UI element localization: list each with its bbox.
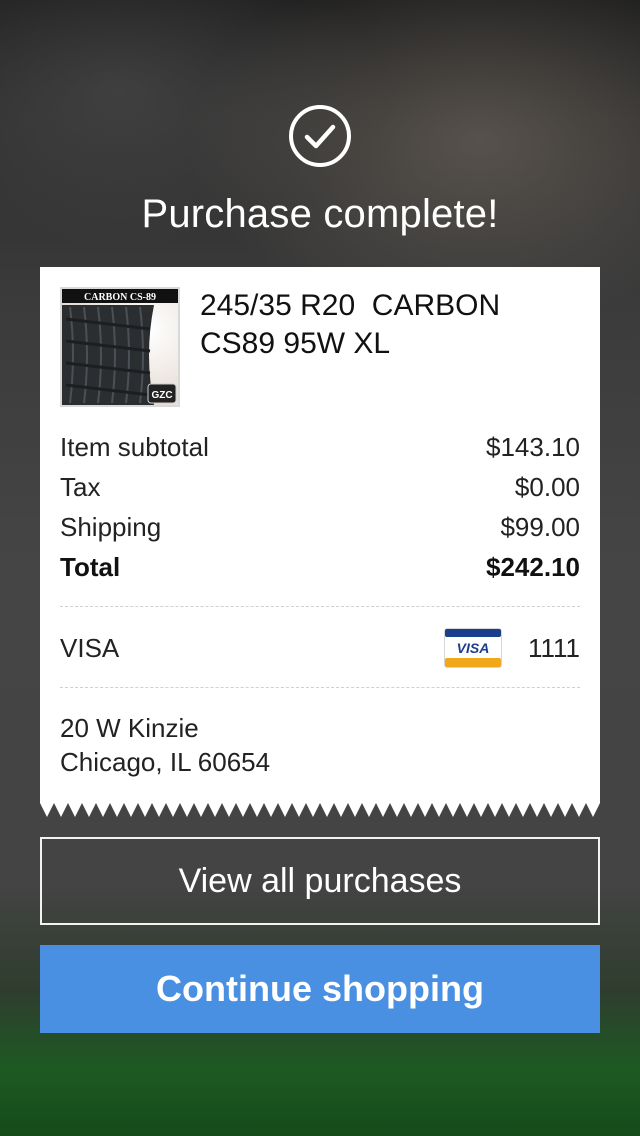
subtotal-value: $143.10 bbox=[486, 432, 580, 462]
check-circle-icon bbox=[289, 105, 351, 167]
subtotal-row: Item subtotal $143.10 bbox=[60, 427, 580, 467]
receipt-card: CARBON CS-89 GZC 245/35 R20 CARBON CS89 … bbox=[40, 267, 600, 817]
card-last4: 1111 bbox=[527, 633, 580, 663]
visa-card-icon: VISA bbox=[444, 628, 502, 668]
visa-logo-text: VISA bbox=[457, 640, 490, 656]
total-row: Total $242.10 bbox=[60, 547, 580, 587]
shipping-address: 20 W Kinzie Chicago, IL 60654 bbox=[60, 711, 270, 779]
product-image-label: CARBON CS-89 bbox=[84, 292, 156, 303]
address-line-1: 20 W Kinzie bbox=[60, 713, 199, 743]
divider bbox=[60, 687, 580, 688]
tax-value: $0.00 bbox=[514, 472, 580, 502]
product-name-line-2: CS89 95W XL bbox=[200, 327, 391, 360]
product-name: 245/35 R20 CARBON CS89 95W XL bbox=[200, 287, 580, 363]
product-name-line-1: 245/35 R20 CARBON bbox=[200, 289, 501, 322]
subtotal-label: Item subtotal bbox=[60, 432, 209, 462]
shipping-row: Shipping $99.00 bbox=[60, 507, 580, 547]
tax-row: Tax $0.00 bbox=[60, 467, 580, 507]
payment-method-label: VISA bbox=[60, 633, 120, 663]
product-image-badge: GZC bbox=[151, 390, 172, 401]
divider bbox=[60, 606, 580, 607]
shipping-value: $99.00 bbox=[500, 512, 580, 542]
total-value: $242.10 bbox=[486, 552, 580, 582]
shipping-label: Shipping bbox=[60, 512, 162, 542]
page-title: Purchase complete! bbox=[141, 192, 499, 236]
view-all-purchases-button[interactable]: View all purchases bbox=[40, 837, 600, 925]
total-label: Total bbox=[60, 552, 121, 582]
address-line-2: Chicago, IL 60654 bbox=[60, 747, 271, 777]
continue-shopping-button[interactable]: Continue shopping bbox=[40, 945, 600, 1033]
tax-label: Tax bbox=[60, 472, 101, 502]
product-image: CARBON CS-89 GZC bbox=[60, 287, 180, 407]
